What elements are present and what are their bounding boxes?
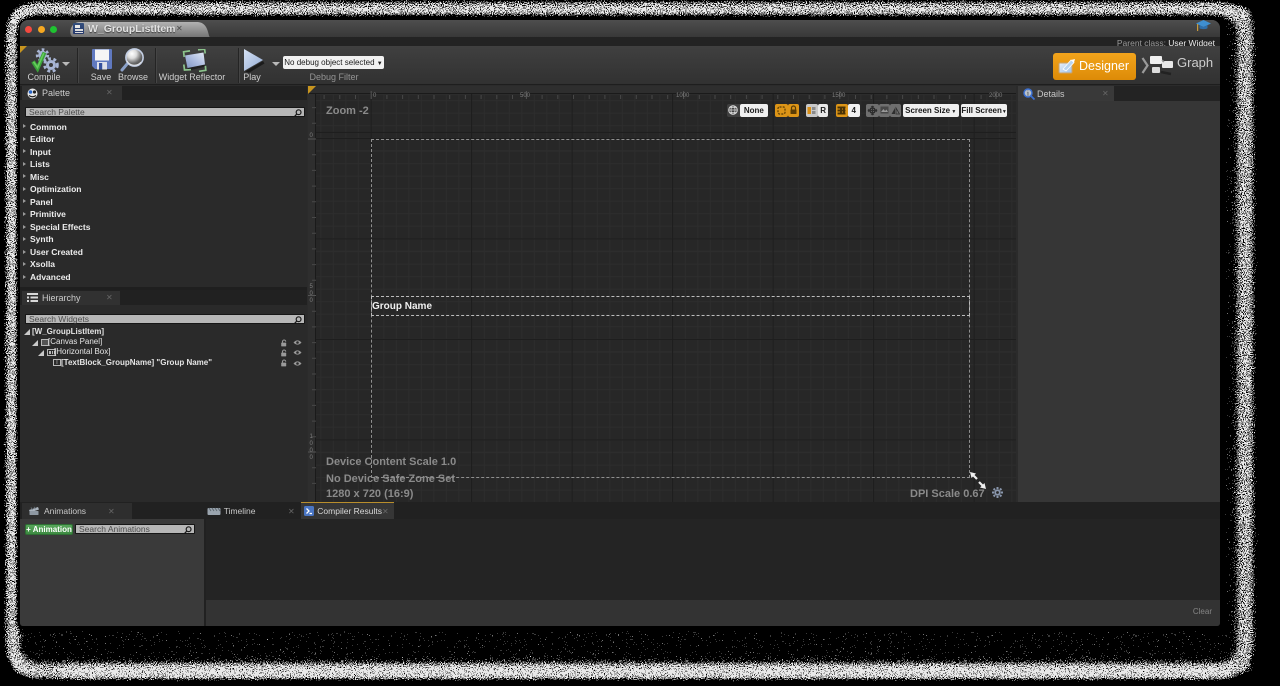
svg-text:1500: 1500 (832, 93, 846, 99)
svg-text:0: 0 (310, 133, 314, 139)
svg-text:0: 0 (310, 291, 314, 297)
svg-text:0: 0 (373, 93, 377, 99)
svg-text:5: 5 (310, 284, 314, 290)
svg-text:2000: 2000 (989, 93, 1003, 99)
svg-text:i: i (1027, 90, 1029, 98)
svg-text:500: 500 (520, 93, 531, 99)
svg-text:1000: 1000 (676, 93, 690, 99)
svg-text:0: 0 (310, 298, 314, 304)
svg-text:0: 0 (310, 441, 314, 447)
svg-text:0: 0 (310, 448, 314, 454)
svg-text:0: 0 (310, 455, 314, 461)
